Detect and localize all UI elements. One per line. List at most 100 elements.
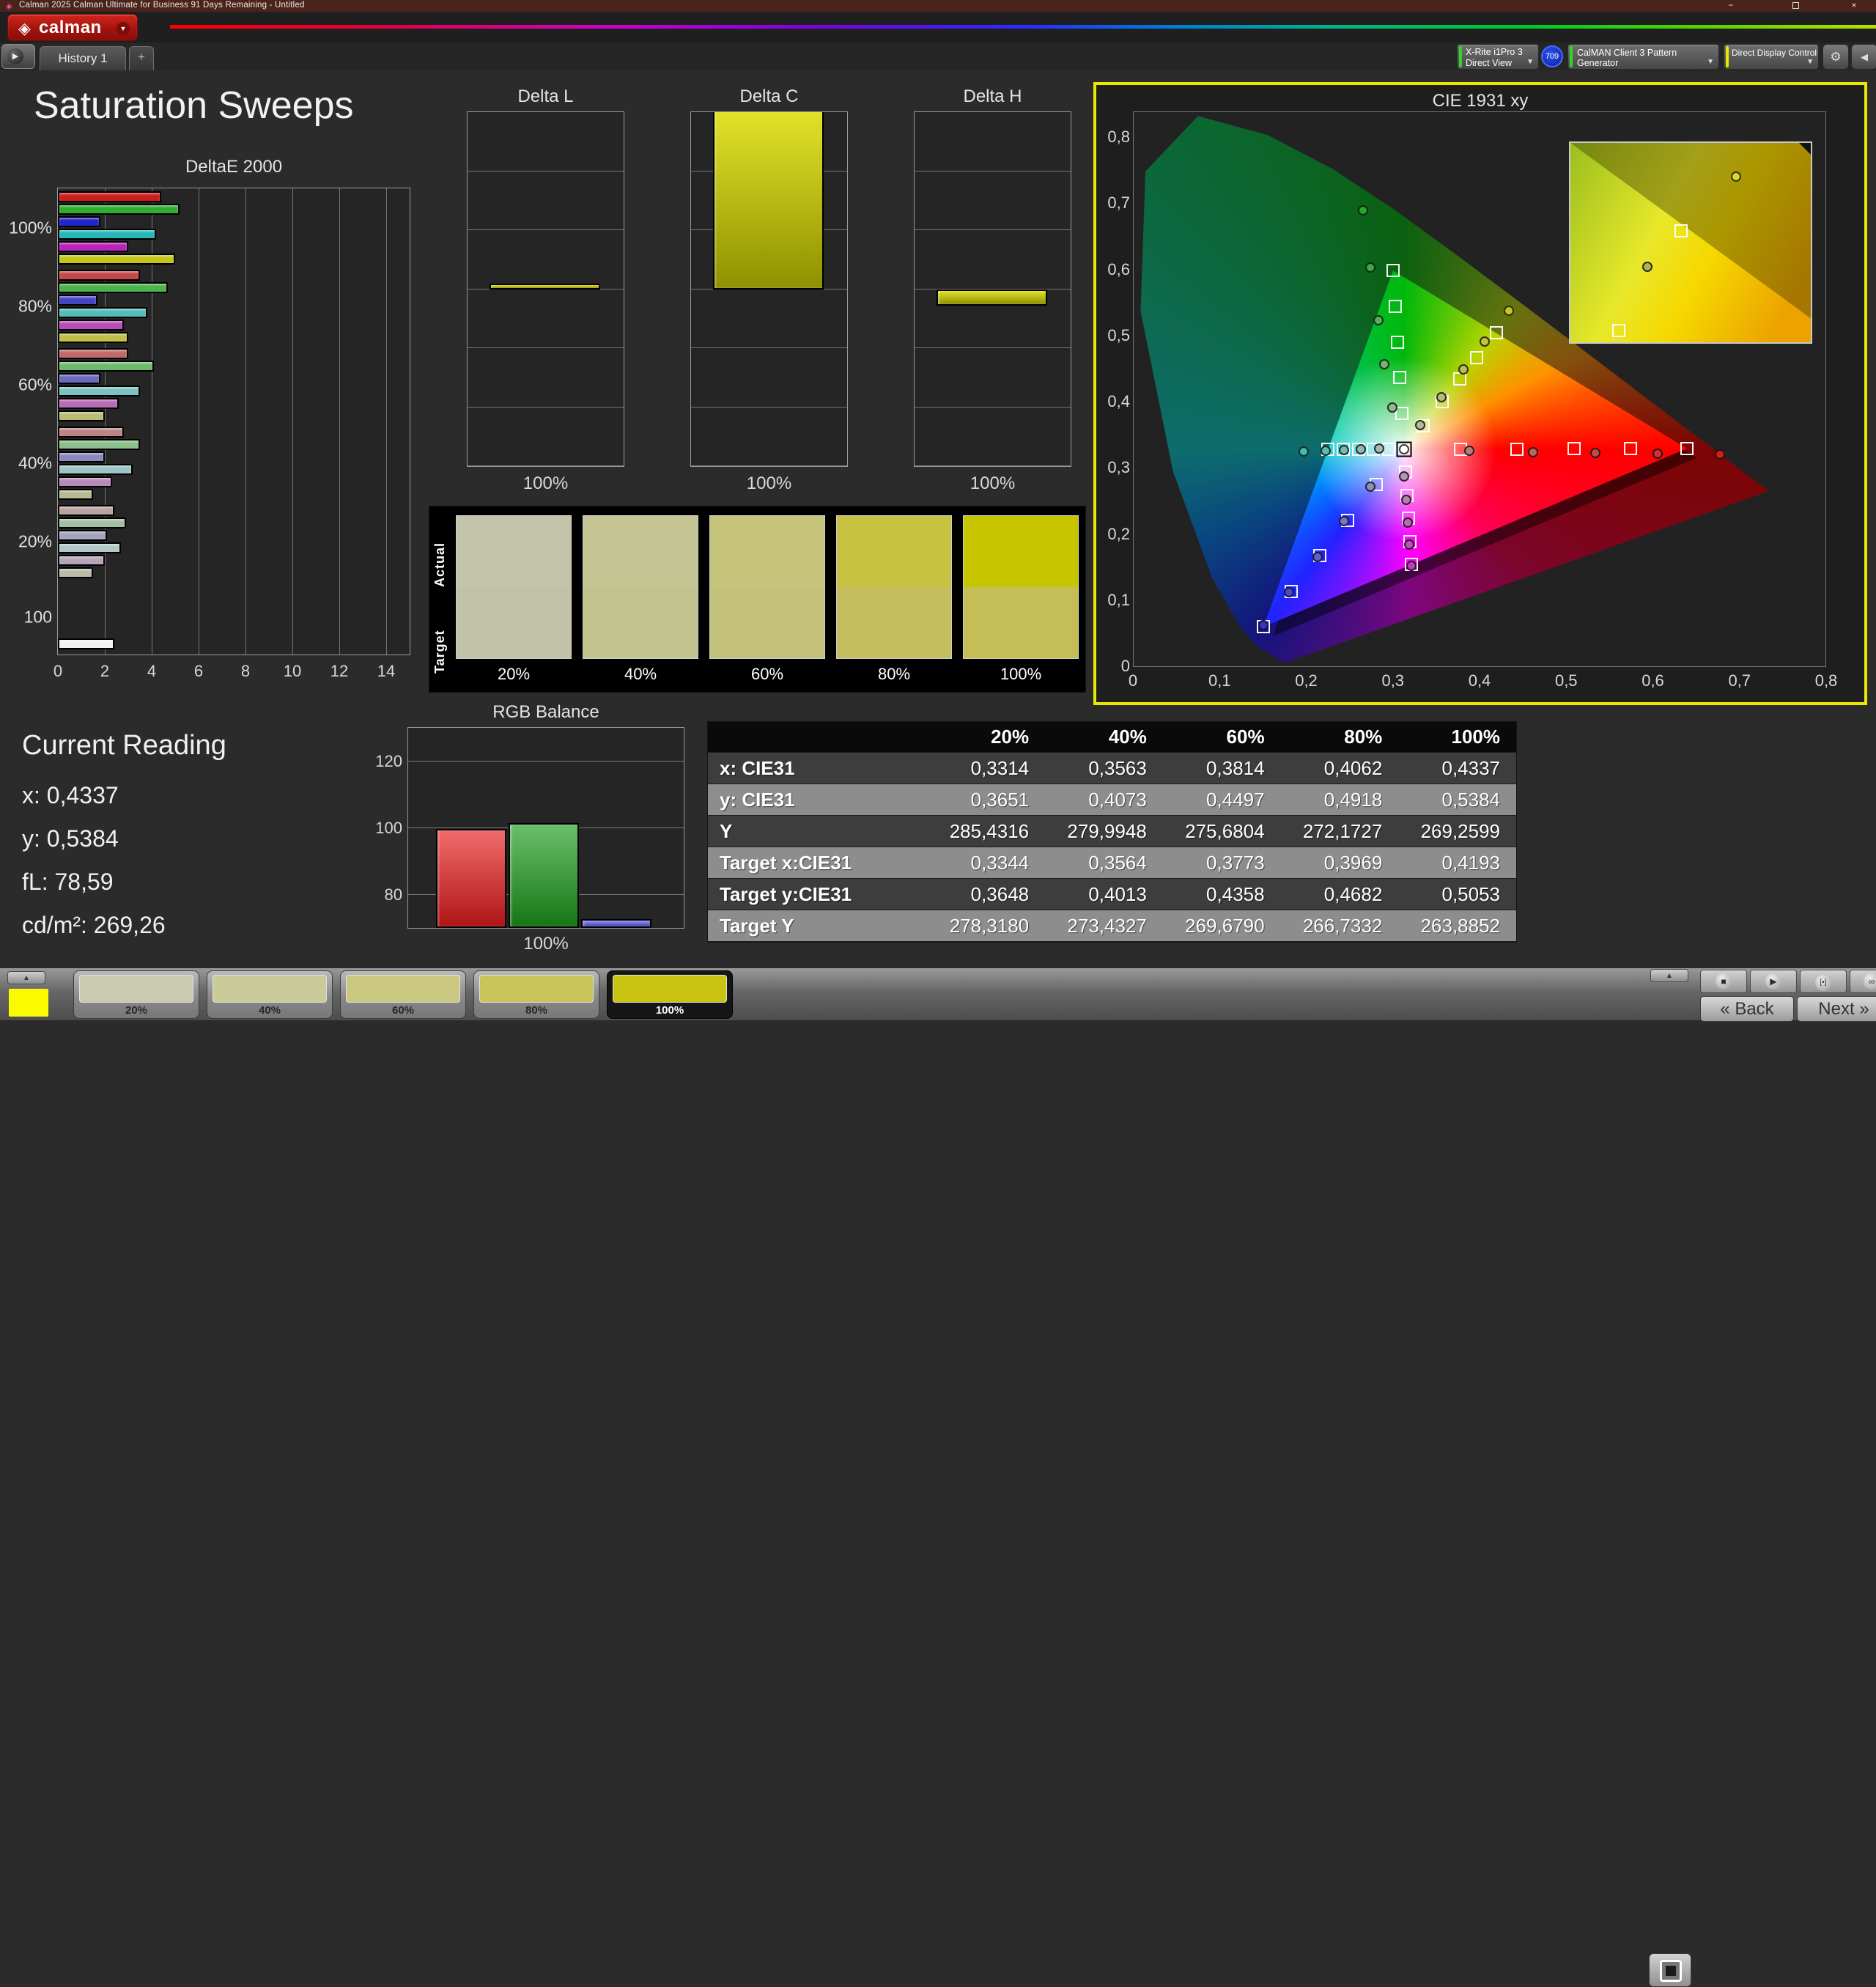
swatch-40% — [583, 515, 698, 659]
collapse-panel-button[interactable]: ◀ — [1851, 44, 1876, 70]
table-row: Target y:CIE310,36480,40130,43580,46820,… — [708, 879, 1516, 910]
cie-1931-panel: CIE 1931 xy 00,10,20,30,40,50,60,70,8 00… — [1093, 82, 1867, 705]
swatch-target — [964, 587, 1078, 658]
y-tick-label: 100 — [369, 819, 402, 838]
table-cell: 0,3773 — [1163, 852, 1281, 874]
cie-x-tick: 0,5 — [1548, 671, 1584, 690]
magenta-measured-point — [1404, 539, 1414, 550]
group-label: 40% — [0, 453, 52, 473]
meter-status-stripe — [1459, 46, 1462, 67]
bottom-toolbar: ▲ 20%40%60%80% 100% ▲ ■ ▶ [•] ∞ « Back Ne… — [0, 967, 1876, 1020]
infinity-icon: ∞ — [1864, 973, 1876, 989]
gridline — [915, 347, 1071, 348]
deltae-bar — [58, 555, 105, 566]
current-color-chip — [9, 989, 48, 1017]
cie-x-tick: 0,6 — [1636, 671, 1671, 690]
x-tick-label: 2 — [90, 662, 119, 681]
red-target-point — [1510, 443, 1524, 456]
table-row: Target Y278,3180273,4327269,6790266,7332… — [708, 910, 1516, 942]
row-label: Y — [708, 820, 927, 843]
bar-group-80%: 80% — [58, 267, 410, 345]
x-tick-label: 12 — [325, 662, 354, 681]
table-cell: 275,6804 — [1163, 820, 1281, 843]
bar-group-40%: 40% — [58, 424, 410, 502]
calman-logo-text: calman — [39, 18, 102, 38]
saturation-button-20%[interactable]: 20% — [73, 970, 199, 1019]
table-cell: 269,6790 — [1163, 915, 1281, 937]
deltae-bar — [58, 451, 105, 462]
expand-pattern-button[interactable]: ▲ — [1650, 969, 1688, 982]
saturation-button-40%[interactable]: 40% — [207, 970, 333, 1019]
table-cell: 0,3314 — [927, 757, 1045, 780]
deltae-bar — [58, 464, 133, 475]
colorspace-709-badge[interactable]: 709 — [1541, 45, 1563, 67]
stop-button[interactable]: ■ — [1700, 970, 1747, 993]
red-measured-point — [1715, 449, 1725, 460]
display-control-dropdown[interactable]: Direct Display Control ▼ — [1724, 44, 1819, 70]
saturation-button-80%[interactable]: 80% — [473, 970, 599, 1019]
display-status-stripe — [1726, 46, 1729, 67]
cie-y-tick: 0,7 — [1099, 193, 1130, 213]
gridline — [468, 171, 624, 172]
saturation-button-100%[interactable]: 100% — [607, 970, 733, 1019]
continuous-read-button[interactable]: ∞ — [1850, 970, 1876, 993]
close-button[interactable]: × — [1838, 0, 1870, 12]
red-measured-point — [1464, 446, 1474, 456]
chevron-left-icon: ◀ — [1861, 51, 1868, 62]
expand-swatches-button[interactable]: ▲ — [7, 971, 45, 984]
green-measured-point — [1387, 402, 1397, 413]
saturation-button-label: 100% — [608, 1004, 732, 1017]
deltae-bar — [58, 638, 114, 649]
meter-dropdown[interactable]: X-Rite i1Pro 3 Direct View ▼ — [1457, 44, 1539, 70]
magenta-measured-point — [1399, 471, 1409, 482]
settings-button[interactable]: ⚙ — [1823, 44, 1849, 70]
pattern-generator-dropdown[interactable]: CalMAN Client 3 Pattern Generator ▼ — [1567, 44, 1719, 70]
meter-mode: Direct View — [1466, 58, 1512, 68]
tab-history-1[interactable]: History 1 — [40, 46, 126, 70]
play-button[interactable]: ▶ — [1750, 970, 1797, 993]
back-button[interactable]: « Back — [1700, 996, 1794, 1022]
rgb-balance-xlabel: 100% — [407, 934, 684, 954]
swatch-actual — [710, 516, 824, 587]
table-cell: 0,3648 — [927, 883, 1045, 906]
swatch-target — [837, 587, 951, 658]
next-button[interactable]: Next » — [1797, 996, 1876, 1022]
actual-target-swatch-panel: ActualTarget20%40%60%80%100% — [429, 506, 1086, 693]
calman-menu-button[interactable]: ◈ calman ▼ — [7, 14, 138, 41]
minimize-button[interactable]: − — [1715, 0, 1747, 12]
deltae-bar — [58, 567, 93, 578]
pattern-window-icon-fill — [1666, 1966, 1676, 1976]
source-status-stripe — [1570, 46, 1573, 67]
pattern-window-button[interactable] — [1649, 1953, 1691, 1987]
table-cell: 285,4316 — [927, 820, 1045, 843]
cyan-measured-point — [1339, 445, 1349, 455]
add-tab-button[interactable]: + — [129, 46, 154, 70]
reading-x-value: 0,4337 — [47, 782, 119, 808]
inset-circle — [1642, 262, 1652, 272]
reading-fl-label: fL: — [22, 869, 48, 895]
green-target-point — [1391, 336, 1404, 349]
saturation-button-60%[interactable]: 60% — [340, 970, 466, 1019]
green-target-point — [1395, 407, 1408, 420]
pattern-size-button[interactable]: [•] — [1800, 970, 1847, 993]
gridline — [691, 465, 847, 466]
chevron-down-icon: ▼ — [117, 22, 130, 35]
yellow-measured-point — [1436, 392, 1447, 402]
deltae2000-chart: 02468101214100%80%60%40%20%100 — [57, 188, 410, 655]
table-cell: 279,9948 — [1045, 820, 1163, 843]
table-header-cell: 20% — [927, 726, 1045, 748]
table-cell: 269,2599 — [1398, 820, 1516, 843]
inset-square — [1674, 224, 1688, 237]
group-label: 20% — [0, 531, 52, 551]
deltae-bar — [58, 270, 140, 281]
delta-h-chart: 151050-5-10-15 — [914, 111, 1071, 467]
y-tick-label: 80 — [369, 885, 402, 904]
table-cell: 0,3814 — [1163, 757, 1281, 780]
session-play-button[interactable]: ▶ — [1, 44, 35, 69]
play-icon: ▶ — [1765, 973, 1781, 989]
table-cell: 0,5053 — [1398, 883, 1516, 906]
table-cell: 0,4013 — [1045, 883, 1163, 906]
cyan-measured-point — [1321, 446, 1331, 456]
cie-y-tick: 0,4 — [1099, 392, 1130, 411]
maximize-button[interactable] — [1779, 0, 1812, 12]
